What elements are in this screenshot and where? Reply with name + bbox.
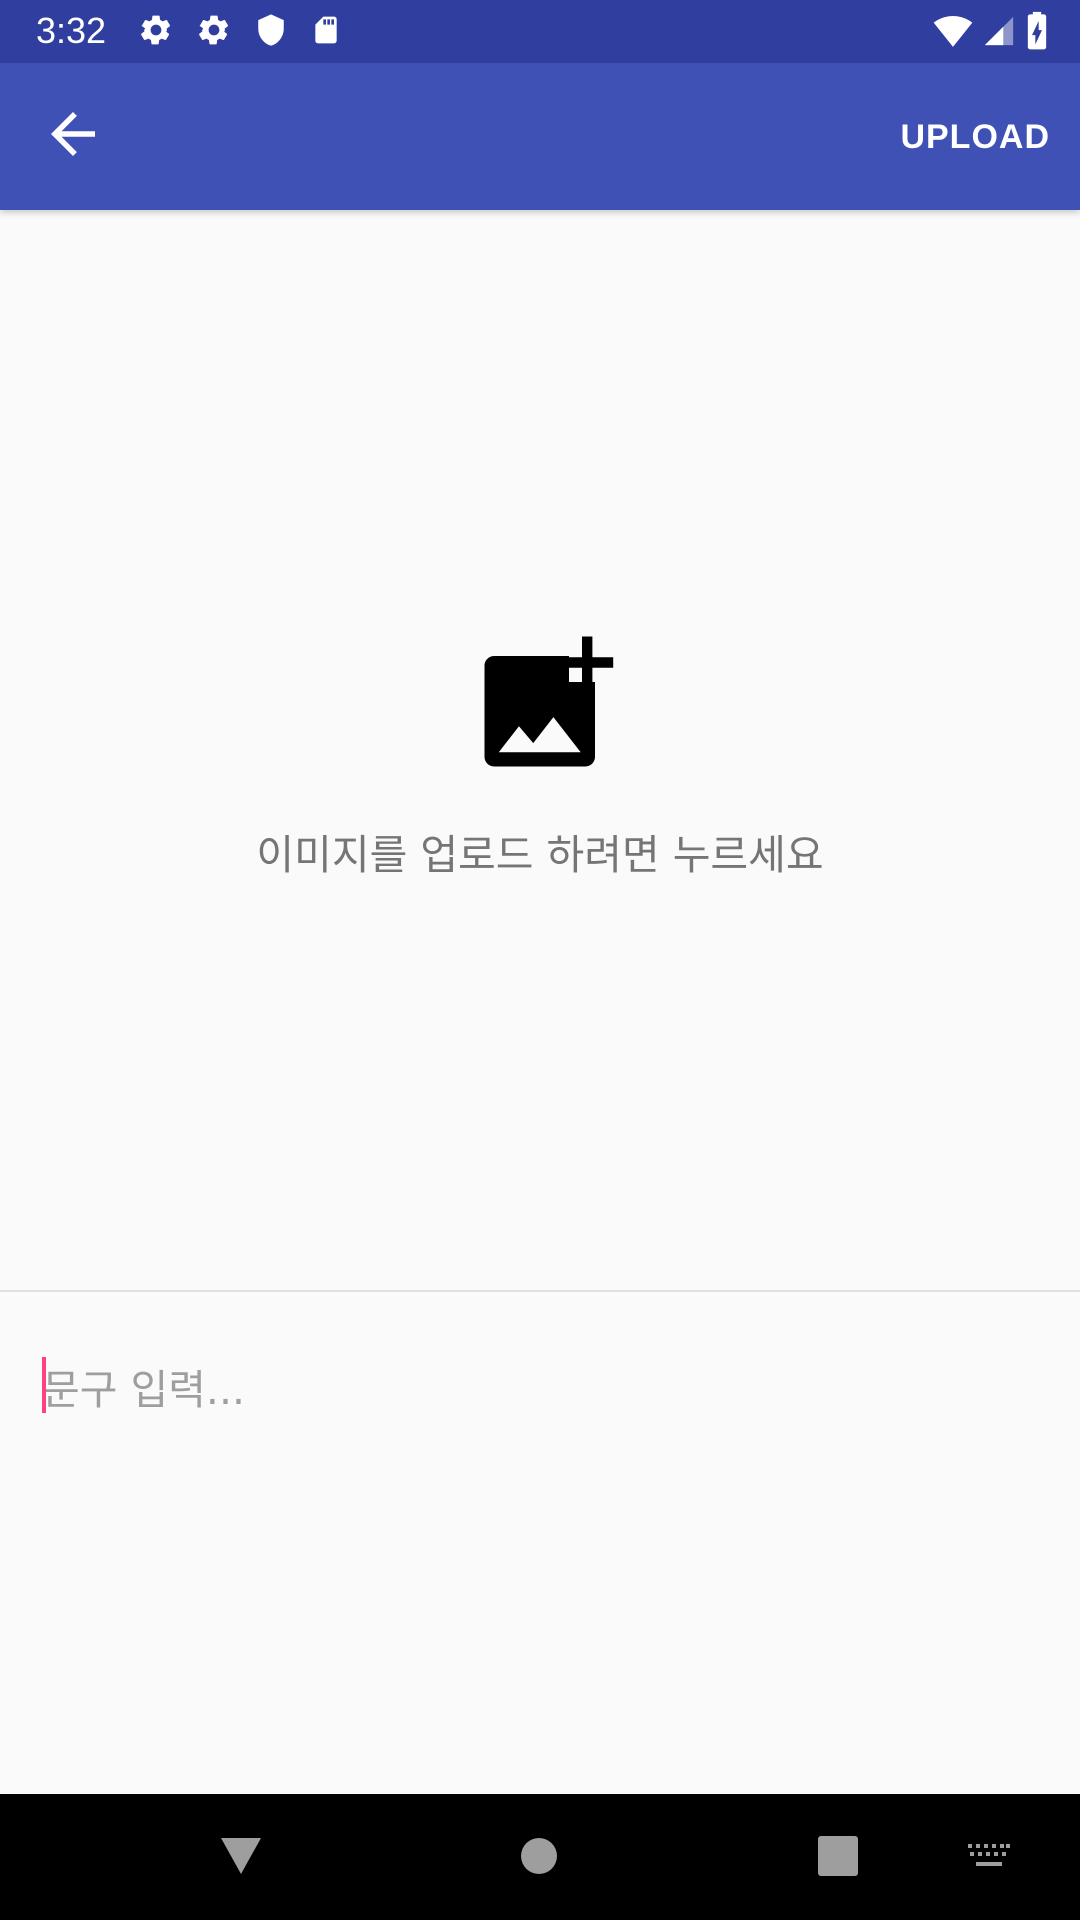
cell-signal-icon: [982, 13, 1016, 49]
screen: 3:32 UPLOAD 이미지를 업로드 하려면 누르세요 문구 입력...: [0, 0, 1080, 1920]
status-icons-right: [932, 11, 1050, 51]
settings-icon: [138, 12, 174, 48]
shield-icon: [254, 12, 288, 48]
status-bar: 3:32: [0, 0, 1080, 63]
back-triangle-icon[interactable]: [219, 1836, 263, 1880]
divider: [0, 1290, 1080, 1292]
recents-square-icon[interactable]: [818, 1836, 858, 1880]
keyboard-icon[interactable]: [968, 1844, 1010, 1874]
upload-button[interactable]: UPLOAD: [900, 107, 1050, 167]
text-cursor: [42, 1357, 46, 1413]
sd-card-icon: [310, 12, 342, 48]
nav-bar: [0, 1794, 1080, 1920]
home-circle-icon[interactable]: [520, 1837, 558, 1879]
settings-icon: [196, 12, 232, 48]
wifi-icon: [932, 11, 974, 51]
arrow-back-icon: [40, 101, 106, 171]
back-button[interactable]: [20, 93, 126, 179]
status-icons-left: [138, 12, 342, 48]
app-bar: UPLOAD: [0, 63, 1080, 210]
battery-charging-icon: [1024, 11, 1050, 51]
add-photo-icon: [465, 630, 621, 786]
status-time: 3:32: [36, 10, 107, 51]
image-picker[interactable]: 이미지를 업로드 하려면 누르세요: [0, 210, 1080, 1290]
picker-hint: 이미지를 업로드 하려면 누르세요: [256, 831, 824, 879]
caption-input[interactable]: [42, 1350, 1042, 1430]
